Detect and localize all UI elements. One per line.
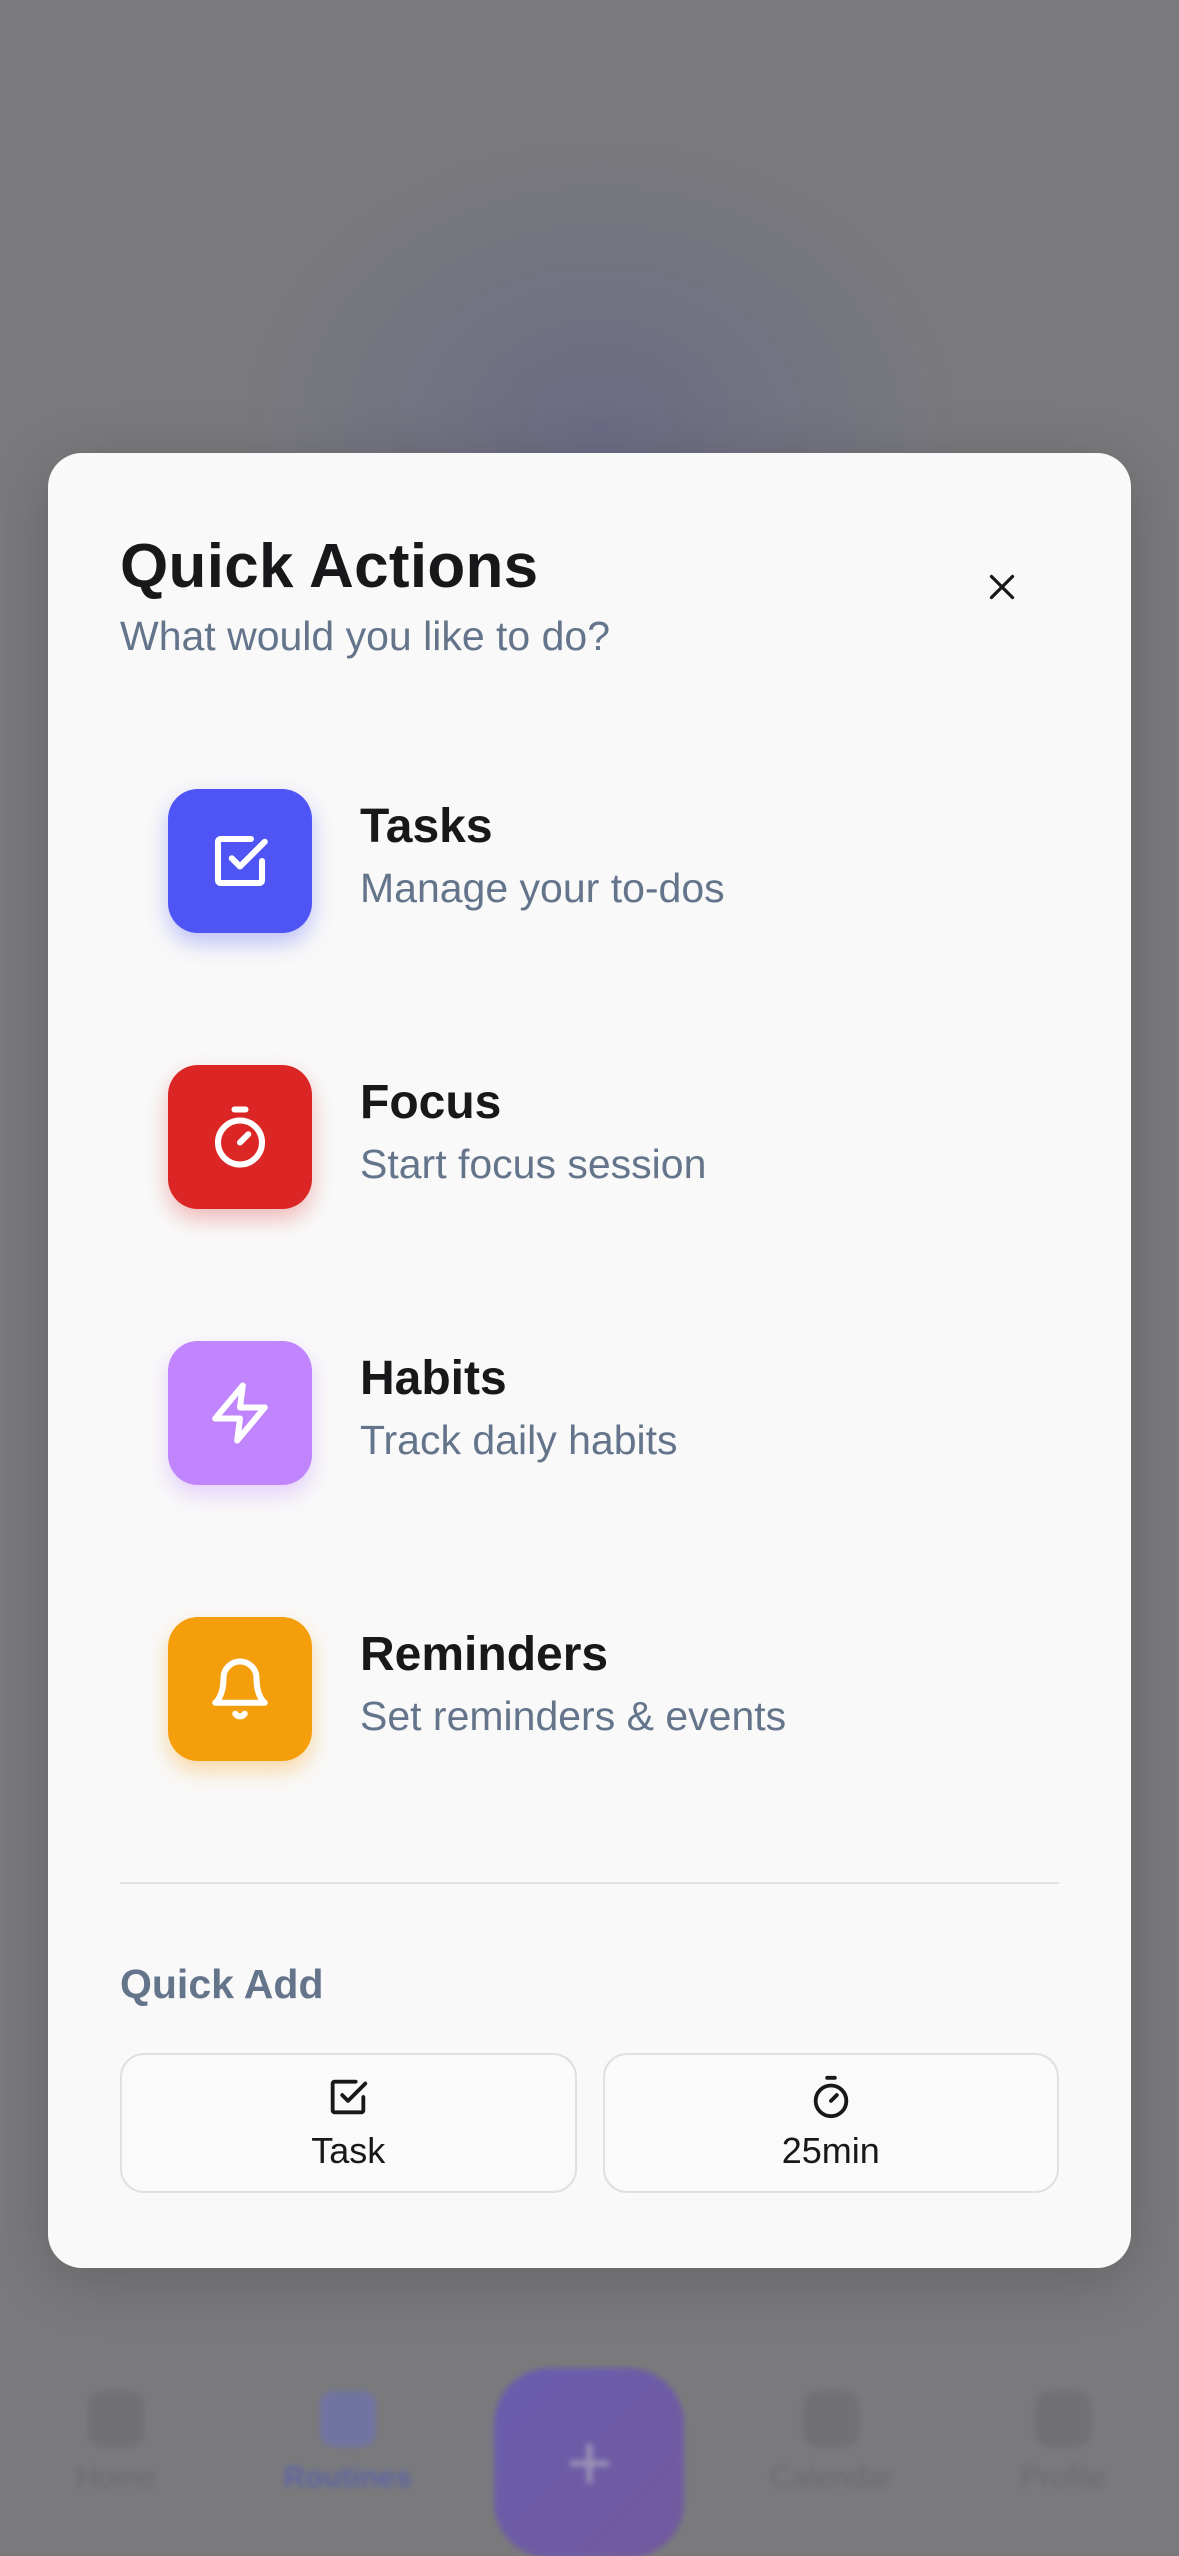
fab-plus-icon: + bbox=[494, 2368, 685, 2556]
action-label: Tasks bbox=[360, 800, 493, 853]
bell-icon bbox=[212, 1658, 268, 1720]
quick-add-timer-label: 25min bbox=[781, 2130, 880, 2171]
nav-label: Home bbox=[75, 2461, 156, 2494]
close-button[interactable] bbox=[972, 557, 1032, 617]
nav-item-home: Home bbox=[31, 2391, 201, 2495]
nav-label: Calendar bbox=[770, 2461, 893, 2494]
modal-title: Quick Actions bbox=[120, 532, 539, 601]
action-list: Tasks Manage your to-dos Focus Start foc… bbox=[168, 789, 1068, 1893]
lightning-icon bbox=[212, 1382, 268, 1444]
action-description: Track daily habits bbox=[360, 1416, 678, 1463]
action-habits[interactable]: Habits Track daily habits bbox=[168, 1341, 1068, 1617]
action-focus[interactable]: Focus Start focus session bbox=[168, 1065, 1068, 1341]
action-icon-tile bbox=[168, 1341, 312, 1485]
action-description: Manage your to-dos bbox=[360, 864, 725, 911]
action-reminders[interactable]: Reminders Set reminders & events bbox=[168, 1617, 1068, 1893]
close-icon bbox=[989, 574, 1015, 600]
nav-label: Routines bbox=[283, 2461, 412, 2494]
nav-label: Profile bbox=[1020, 2461, 1106, 2494]
calendar-icon bbox=[803, 2391, 860, 2447]
nav-item-profile: Profile bbox=[978, 2391, 1148, 2495]
checkbox-icon bbox=[214, 835, 268, 887]
action-label: Habits bbox=[360, 1352, 507, 1405]
divider bbox=[120, 1882, 1059, 1884]
action-description: Set reminders & events bbox=[360, 1692, 787, 1739]
action-description: Start focus session bbox=[360, 1140, 707, 1187]
modal-subtitle: What would you like to do? bbox=[120, 613, 610, 659]
timer-icon bbox=[813, 2075, 848, 2119]
nav-item-calendar: Calendar bbox=[746, 2391, 916, 2495]
action-tasks[interactable]: Tasks Manage your to-dos bbox=[168, 789, 1068, 1065]
quick-add-task-button[interactable]: Task bbox=[120, 2053, 577, 2193]
routines-icon bbox=[319, 2391, 376, 2447]
home-icon bbox=[87, 2391, 144, 2447]
action-icon-tile bbox=[168, 1065, 312, 1209]
quick-actions-modal: Quick Actions What would you like to do?… bbox=[48, 453, 1131, 2268]
quick-add-heading: Quick Add bbox=[120, 1961, 324, 2007]
profile-icon bbox=[1035, 2391, 1092, 2447]
action-label: Reminders bbox=[360, 1628, 609, 1681]
action-label: Focus bbox=[360, 1076, 502, 1129]
checkbox-icon bbox=[331, 2079, 368, 2115]
action-icon-tile bbox=[168, 789, 312, 933]
background-bottom-nav: Home Routines + Calendar Profile bbox=[0, 2330, 1179, 2556]
quick-add-task-label: Task bbox=[311, 2130, 386, 2171]
timer-icon bbox=[214, 1106, 266, 1168]
quick-add-row: Task 25min bbox=[120, 2053, 1059, 2193]
nav-item-routines: Routines bbox=[263, 2391, 433, 2495]
quick-add-timer-button[interactable]: 25min bbox=[602, 2053, 1059, 2193]
action-icon-tile bbox=[168, 1617, 312, 1761]
